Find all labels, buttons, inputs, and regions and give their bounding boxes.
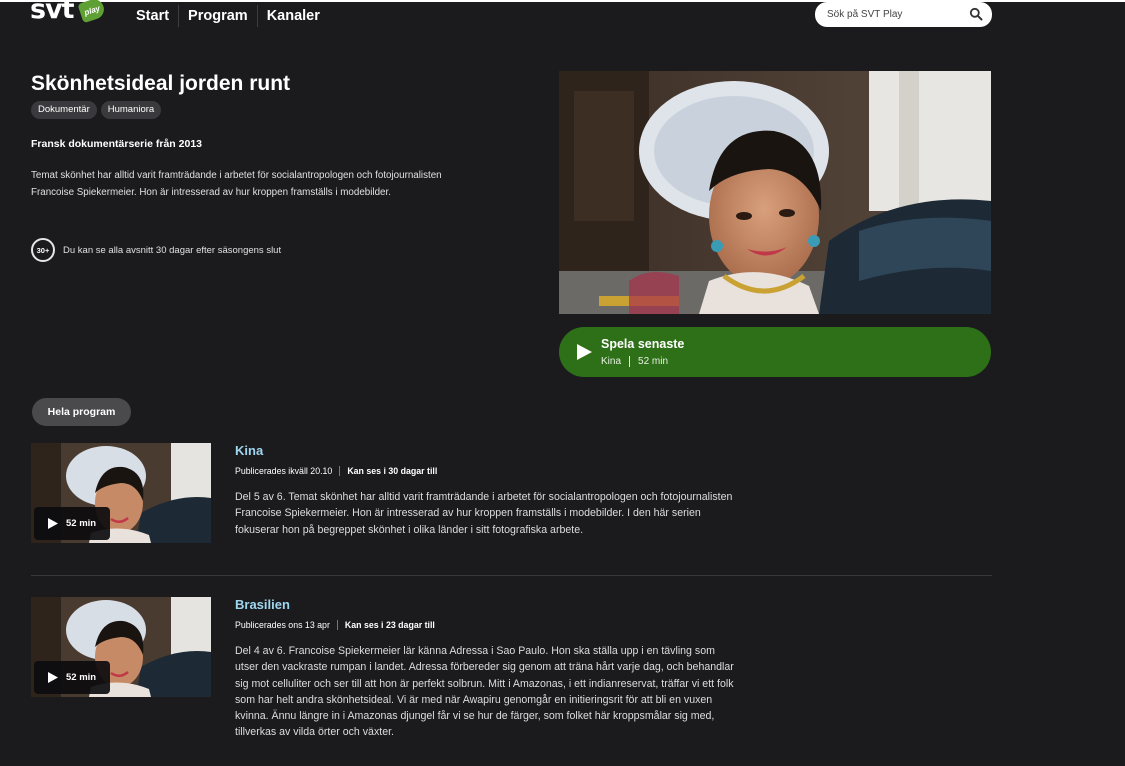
episode-item: 52 min Brasilien Publicerades ons 13 apr… (31, 597, 992, 766)
logo-text: svt (30, 0, 75, 25)
tag-dokumentar[interactable]: Dokumentär (31, 101, 97, 119)
play-icon (48, 672, 58, 683)
logo-play-badge: play (77, 0, 107, 24)
episode-item: 52 min Kina Publicerades ikväll 20.10 Ka… (31, 443, 992, 576)
episode-title[interactable]: Kina (235, 443, 263, 458)
meta-separator (336, 620, 338, 630)
main-nav: Start Program Kanaler (127, 5, 329, 27)
search-box (815, 2, 992, 27)
availability-info: 30+ Du kan se alla avsnitt 30 dagar efte… (31, 238, 281, 262)
svt-play-logo[interactable]: svt play (30, 0, 110, 30)
availability-text: Du kan se alla avsnitt 30 dagar efter sä… (63, 244, 282, 256)
episode-availability: Kan ses i 23 dagar till (344, 620, 435, 630)
genre-tags: Dokumentär Humaniora (31, 101, 162, 119)
search-icon[interactable] (969, 7, 983, 21)
episode-meta: Publicerades ikväll 20.10 Kan ses i 30 d… (235, 466, 437, 476)
play-latest-duration: 52 min (638, 356, 669, 367)
episode-duration: 52 min (66, 672, 97, 683)
filter-hela-program-button[interactable]: Hela program (32, 398, 131, 426)
episode-duration: 52 min (66, 518, 97, 529)
search-input[interactable] (827, 2, 967, 27)
hero-photo (559, 71, 991, 314)
tag-humaniora[interactable]: Humaniora (100, 101, 162, 119)
episode-description: Del 4 av 6. Francoise Spiekermeier lär k… (235, 645, 734, 739)
program-title: Skönhetsideal jorden runt (31, 72, 291, 95)
play-icon (48, 518, 58, 529)
episode-availability: Kan ses i 30 dagar till (347, 466, 438, 476)
play-latest-button[interactable]: Spela senaste Kina 52 min (559, 327, 991, 377)
play-icon (577, 344, 592, 360)
episode-description: Del 5 av 6. Temat skönhet har alltid var… (235, 491, 733, 536)
meta-separator (339, 466, 341, 476)
availability-30-icon: 30+ (31, 238, 55, 262)
play-latest-label: Spela senaste (601, 337, 685, 351)
nav-kanaler[interactable]: Kanaler (256, 5, 329, 27)
play-latest-meta: Kina 52 min (601, 356, 668, 367)
program-hero-image[interactable] (559, 71, 991, 314)
site-header: svt play Start Program Kanaler (0, 0, 1125, 30)
duration-badge: 52 min (34, 507, 110, 540)
episode-thumbnail[interactable]: 52 min (31, 597, 211, 697)
program-subtitle: Fransk dokumentärserie från 2013 (31, 138, 202, 150)
play-latest-episode: Kina (601, 356, 622, 367)
episode-meta: Publicerades ons 13 apr Kan ses i 23 dag… (235, 620, 435, 630)
meta-separator (629, 356, 631, 367)
nav-program[interactable]: Program (178, 5, 257, 27)
episode-thumbnail[interactable]: 52 min (31, 443, 211, 543)
program-description: Temat skönhet har alltid varit framträda… (31, 170, 442, 198)
nav-start[interactable]: Start (127, 5, 178, 27)
duration-badge: 52 min (34, 661, 110, 694)
episode-published: Publicerades ons 13 apr (235, 620, 330, 630)
episode-published: Publicerades ikväll 20.10 (235, 466, 333, 476)
episode-title[interactable]: Brasilien (235, 597, 290, 612)
